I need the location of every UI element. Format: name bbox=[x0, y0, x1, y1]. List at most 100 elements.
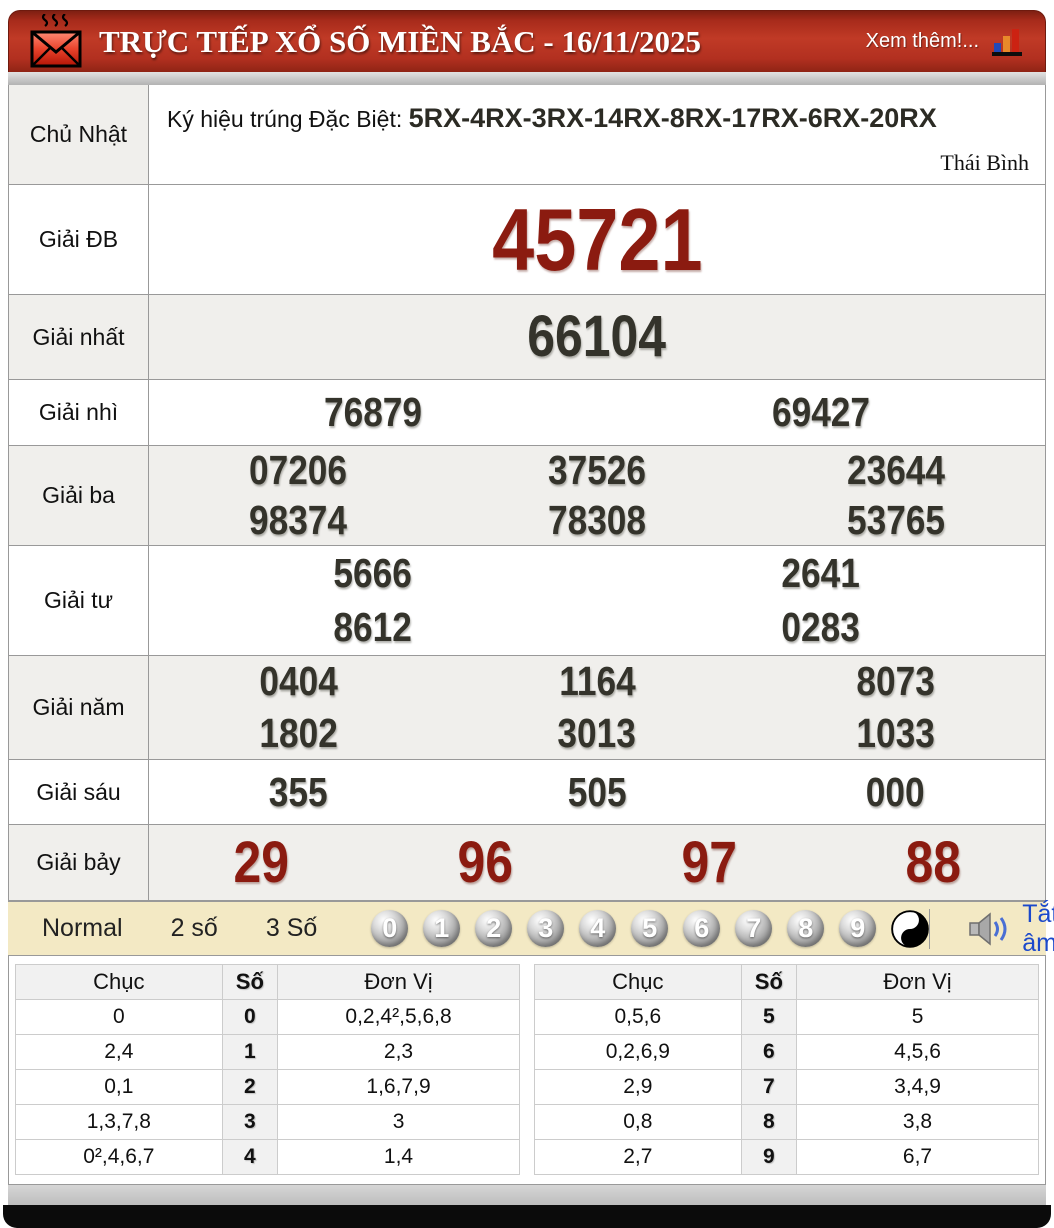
summary-cell: 6,7 bbox=[796, 1139, 1039, 1175]
summary-cell: 5 bbox=[740, 999, 798, 1035]
speaker-icon[interactable] bbox=[968, 911, 1010, 946]
table-row: Chủ Nhật Ký hiệu trúng Đặc Biệt: 5RX-4RX… bbox=[9, 85, 1045, 185]
envelope-icon bbox=[29, 13, 83, 70]
table-row: 2,9 7 3,4,9 bbox=[534, 1069, 1039, 1105]
table-row: 0,8 8 3,8 bbox=[534, 1104, 1039, 1140]
summary-cell: 0 bbox=[221, 999, 279, 1035]
summary-cell: 3 bbox=[277, 1104, 520, 1140]
toolbar: Normal 2 số 3 Số 0 1 2 3 4 5 6 7 8 9 Tắ … bbox=[8, 900, 1054, 957]
summary-cell: 8 bbox=[740, 1104, 798, 1140]
footer-black-bar bbox=[3, 1205, 1051, 1228]
ball-0[interactable]: 0 bbox=[371, 910, 409, 947]
prize-number: 0283 bbox=[781, 604, 861, 651]
summary-cell: 0²,4,6,7 bbox=[15, 1139, 223, 1175]
ball-8[interactable]: 8 bbox=[787, 910, 825, 947]
prize-number: 88 bbox=[905, 829, 961, 895]
column-header-chuc: Chục bbox=[15, 964, 223, 1000]
prize-number: 8612 bbox=[333, 604, 413, 651]
summary-table-left: Chục Số Đơn Vị 0 0 0,2,4²,5,6,8 2,4 1 2,… bbox=[15, 964, 520, 1175]
ball-2[interactable]: 2 bbox=[475, 910, 513, 947]
summary-cell: 0 bbox=[15, 999, 223, 1035]
table-row: 0,5,6 5 5 bbox=[534, 999, 1039, 1035]
prize-number: 78308 bbox=[547, 496, 647, 543]
ball-3[interactable]: 3 bbox=[527, 910, 565, 947]
prize-label: Giải tư bbox=[9, 546, 149, 655]
summary-cell: 1,4 bbox=[277, 1139, 520, 1175]
prize-row-1: Giải nhất 66104 bbox=[9, 295, 1045, 380]
summary-cell: 2,9 bbox=[534, 1069, 742, 1105]
special-sign-codes: 5RX-4RX-3RX-14RX-8RX-17RX-6RX-20RX bbox=[408, 103, 937, 133]
number-balls: 0 1 2 3 4 5 6 7 8 9 bbox=[371, 910, 877, 947]
prize-number: 53765 bbox=[846, 496, 945, 543]
column-header-so: Số bbox=[221, 964, 279, 1000]
summary-table-right: Chục Số Đơn Vị 0,5,6 5 5 0,2,6,9 6 4,5,6… bbox=[534, 964, 1039, 1175]
province-label: Thái Bình bbox=[940, 150, 1029, 175]
summary-cell: 0,2,4²,5,6,8 bbox=[277, 999, 520, 1035]
prize-number: 355 bbox=[268, 768, 328, 815]
mute-button[interactable]: Tắt âm bbox=[1022, 900, 1054, 958]
prize-number: 07206 bbox=[249, 447, 348, 494]
header-divider-band bbox=[8, 72, 1046, 85]
column-header-so: Số bbox=[740, 964, 798, 1000]
prize-number: 45721 bbox=[491, 189, 703, 289]
prize-row-5: Giải năm 0404 1164 8073 1802 3013 1033 bbox=[9, 656, 1045, 760]
prize-row-3: Giải ba 07206 37526 23644 98374 78308 53… bbox=[9, 446, 1045, 546]
prize-row-2: Giải nhì 76879 69427 bbox=[9, 380, 1045, 446]
prize-number: 5666 bbox=[333, 549, 413, 596]
prize-number: 000 bbox=[866, 768, 926, 815]
divider bbox=[929, 908, 931, 949]
summary-cell: 0,1 bbox=[15, 1069, 223, 1105]
mode-3digits-button[interactable]: 3 Số bbox=[242, 914, 341, 943]
mode-2digits-button[interactable]: 2 số bbox=[147, 914, 242, 943]
prize-label: Giải bảy bbox=[9, 825, 149, 900]
table-row: 0,1 2 1,6,7,9 bbox=[15, 1069, 520, 1105]
prize-label: Giải ba bbox=[9, 446, 149, 545]
ball-6[interactable]: 6 bbox=[683, 910, 721, 947]
prize-number: 97 bbox=[681, 829, 737, 895]
prize-row-7: Giải bảy 29 96 97 88 bbox=[9, 825, 1045, 901]
summary-cell: 2,3 bbox=[277, 1034, 520, 1070]
prize-number: 23644 bbox=[846, 447, 945, 494]
summary-cell: 3 bbox=[221, 1104, 279, 1140]
summary-cell: 3,8 bbox=[796, 1104, 1039, 1140]
summary-cell: 1,6,7,9 bbox=[277, 1069, 520, 1105]
prize-row-db: Giải ĐB 45721 bbox=[9, 185, 1045, 295]
prize-label: Giải nhì bbox=[9, 380, 149, 445]
see-more-link[interactable]: Xem thêm!... bbox=[866, 26, 1025, 58]
chart-icon bbox=[989, 26, 1025, 58]
summary-section: Chục Số Đơn Vị 0 0 0,2,4²,5,6,8 2,4 1 2,… bbox=[8, 956, 1046, 1185]
summary-cell: 2,4 bbox=[15, 1034, 223, 1070]
summary-cell: 3,4,9 bbox=[796, 1069, 1039, 1105]
summary-cell: 2,7 bbox=[534, 1139, 742, 1175]
prize-number: 98374 bbox=[249, 496, 348, 543]
prize-number: 1033 bbox=[856, 709, 935, 756]
summary-cell: 5 bbox=[796, 999, 1039, 1035]
column-header-donvi: Đơn Vị bbox=[277, 964, 520, 1000]
summary-cell: 1,3,7,8 bbox=[15, 1104, 223, 1140]
yin-yang-icon[interactable] bbox=[891, 909, 930, 948]
prize-number: 8073 bbox=[856, 658, 935, 705]
mode-normal-button[interactable]: Normal bbox=[18, 914, 147, 943]
summary-cell: 4,5,6 bbox=[796, 1034, 1039, 1070]
prize-number: 3013 bbox=[557, 709, 637, 756]
prize-number: 29 bbox=[233, 829, 289, 895]
prize-number: 37526 bbox=[547, 447, 647, 494]
prize-number: 1164 bbox=[558, 658, 636, 705]
prize-number: 66104 bbox=[527, 304, 667, 369]
ball-7[interactable]: 7 bbox=[735, 910, 773, 947]
summary-cell: 9 bbox=[740, 1139, 798, 1175]
prize-number: 69427 bbox=[771, 389, 871, 435]
summary-cell: 4 bbox=[221, 1139, 279, 1175]
table-row: 1,3,7,8 3 3 bbox=[15, 1104, 520, 1140]
ball-5[interactable]: 5 bbox=[631, 910, 669, 947]
summary-cell: 6 bbox=[740, 1034, 798, 1070]
summary-cell: 7 bbox=[740, 1069, 798, 1105]
prize-number: 76879 bbox=[323, 389, 423, 435]
footer-gray-band bbox=[8, 1185, 1046, 1205]
prize-row-6: Giải sáu 355 505 000 bbox=[9, 760, 1045, 825]
ball-9[interactable]: 9 bbox=[839, 910, 877, 947]
ball-4[interactable]: 4 bbox=[579, 910, 617, 947]
prize-row-4: Giải tư 5666 2641 8612 0283 bbox=[9, 546, 1045, 656]
ball-1[interactable]: 1 bbox=[423, 910, 461, 947]
prize-label: Giải nhất bbox=[9, 295, 149, 379]
